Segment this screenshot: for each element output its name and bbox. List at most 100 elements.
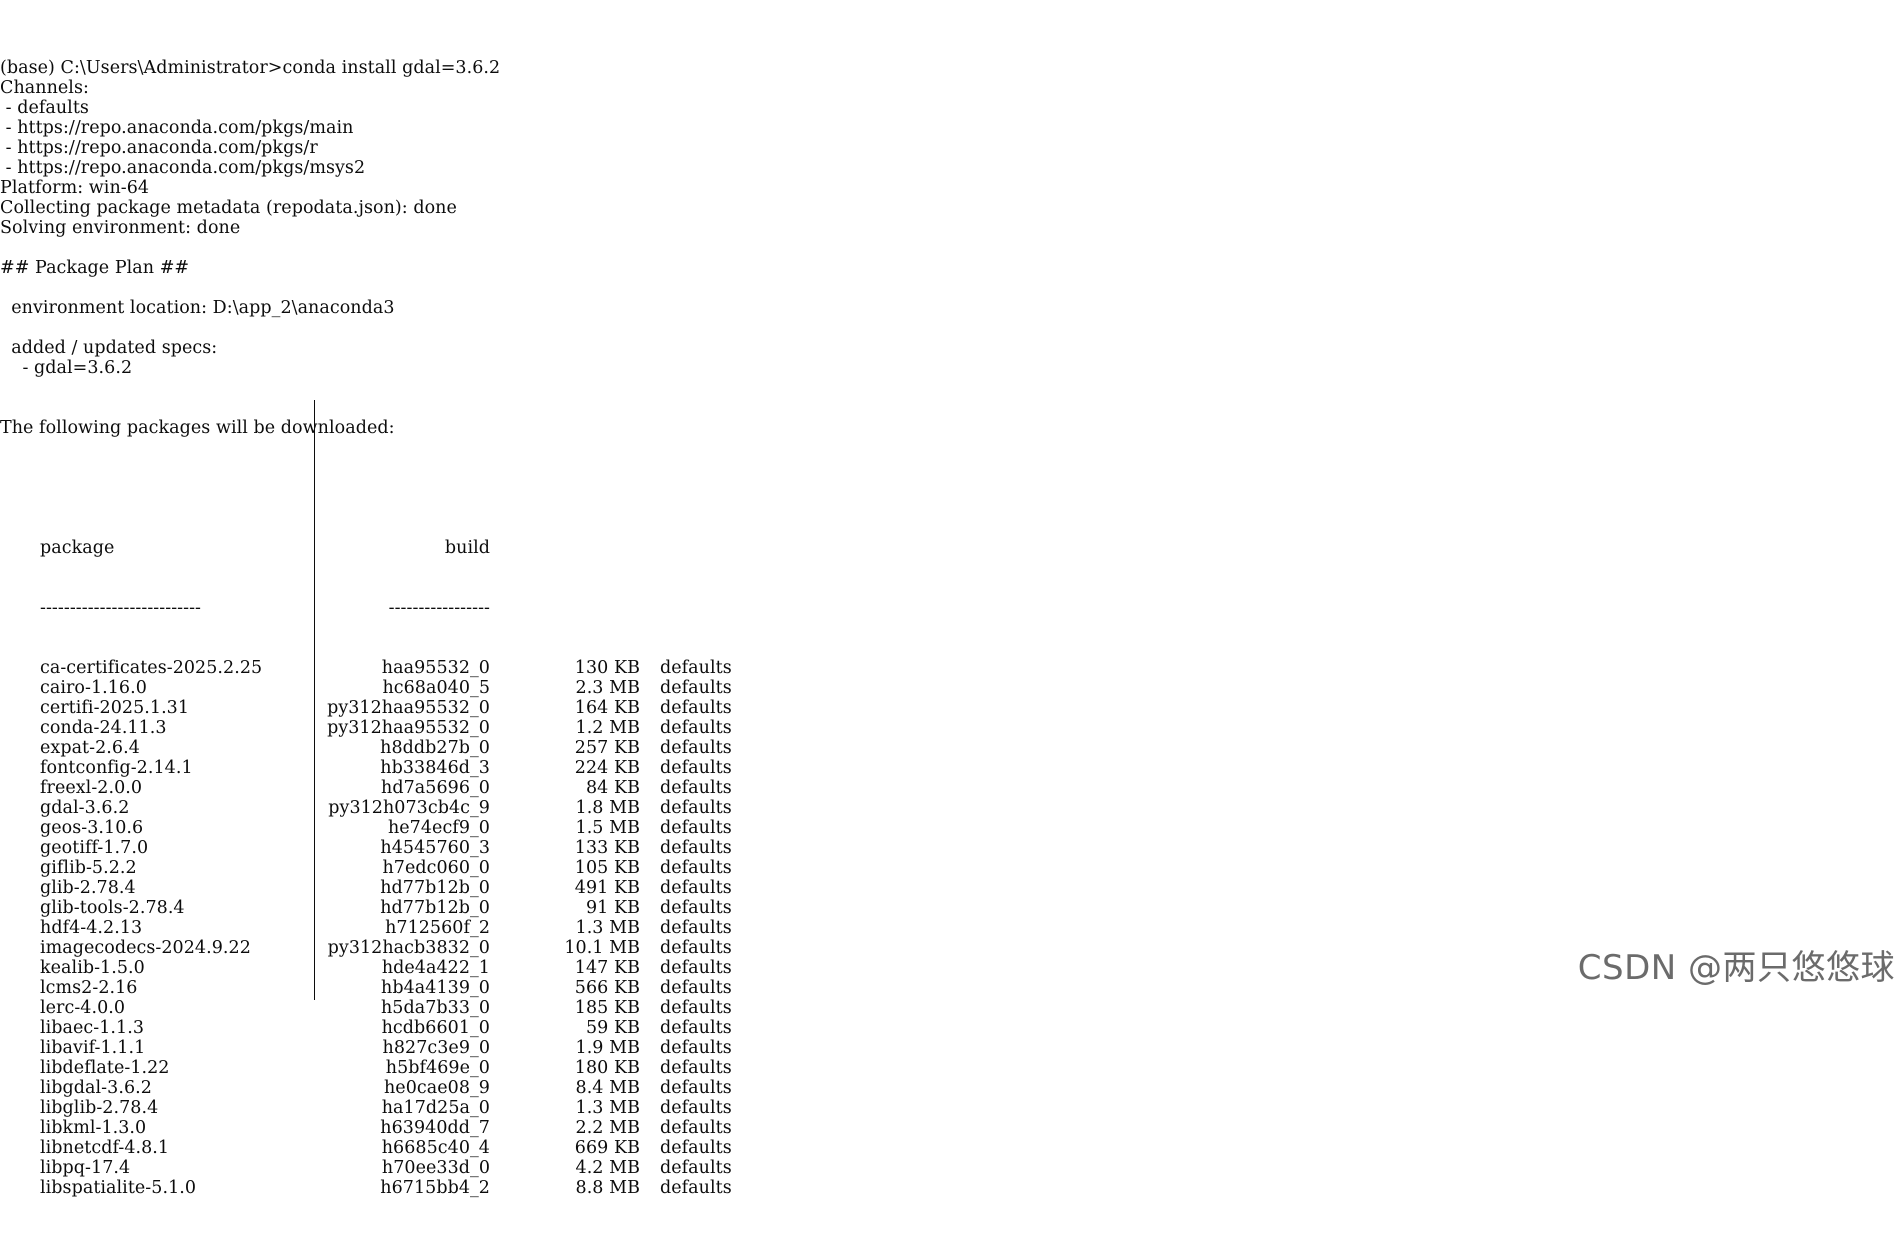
package-size: 105 KB <box>574 858 640 878</box>
package-name: libdeflate-1.22 <box>40 1058 170 1078</box>
package-build: py312hacb3832_0 <box>327 938 490 958</box>
table-row: giflib-5.2.2 h7edc060_0 105 KB defaults <box>0 858 1899 878</box>
table-row: gdal-3.6.2 py312h073cb4c_9 1.8 MB defaults <box>0 798 1899 818</box>
package-channel: defaults <box>660 798 732 818</box>
terminal-line: added / updated specs: <box>0 338 218 358</box>
package-size: 84 KB <box>585 778 640 798</box>
terminal-line: - https://repo.anaconda.com/pkgs/main <box>0 118 354 138</box>
package-size: 59 KB <box>585 1018 640 1038</box>
package-name: libnetcdf-4.8.1 <box>40 1138 170 1158</box>
package-channel: defaults <box>660 998 732 1018</box>
package-size: 147 KB <box>574 958 640 978</box>
terminal-output: (base) C:\Users\Administrator>conda inst… <box>0 18 1899 1258</box>
package-channel: defaults <box>660 718 732 738</box>
package-size: 1.2 MB <box>575 718 640 738</box>
package-build: h712560f_2 <box>385 918 490 938</box>
package-build: h7edc060_0 <box>382 858 490 878</box>
package-channel: defaults <box>660 958 732 978</box>
table-row: libglib-2.78.4 ha17d25a_0 1.3 MB defaults <box>0 1098 1899 1118</box>
table-row: libdeflate-1.22 h5bf469e_0 180 KB defaults <box>0 1058 1899 1078</box>
package-build: he74ecf9_0 <box>387 818 490 838</box>
package-channel: defaults <box>660 678 732 698</box>
package-channel: defaults <box>660 1078 732 1098</box>
package-channel: defaults <box>660 1038 732 1058</box>
terminal-line: Collecting package metadata (repodata.js… <box>0 198 457 218</box>
package-name: libaec-1.1.3 <box>40 1018 145 1038</box>
package-channel: defaults <box>660 1098 732 1118</box>
package-channel: defaults <box>660 758 732 778</box>
package-channel: defaults <box>660 858 732 878</box>
package-build: h70ee33d_0 <box>381 1158 490 1178</box>
package-size: 257 KB <box>574 738 640 758</box>
package-build: py312h073cb4c_9 <box>328 798 490 818</box>
package-name: libpq-17.4 <box>40 1158 131 1178</box>
package-build: hd77b12b_0 <box>380 878 490 898</box>
package-name: hdf4-4.2.13 <box>40 918 143 938</box>
package-size: 4.2 MB <box>575 1158 640 1178</box>
table-row: libaec-1.1.3 hcdb6601_0 59 KB defaults <box>0 1018 1899 1038</box>
package-channel: defaults <box>660 658 732 678</box>
terminal-line: (base) C:\Users\Administrator>conda inst… <box>0 58 501 78</box>
package-channel: defaults <box>660 778 732 798</box>
terminal-line: Platform: win-64 <box>0 178 150 198</box>
package-name: lcms2-2.16 <box>40 978 138 998</box>
package-channel: defaults <box>660 1118 732 1138</box>
package-channel: defaults <box>660 918 732 938</box>
terminal-line: Solving environment: done <box>0 218 241 238</box>
table-row: glib-2.78.4 hd77b12b_0 491 KB defaults <box>0 878 1899 898</box>
package-size: 10.1 MB <box>564 938 640 958</box>
table-row: expat-2.6.4 h8ddb27b_0 257 KB defaults <box>0 738 1899 758</box>
table-row: conda-24.11.3 py312haa95532_0 1.2 MB defaul… <box>0 718 1899 738</box>
table-header-row: package build <box>0 538 1899 558</box>
table-row: cairo-1.16.0 hc68a040_5 2.3 MB defaults <box>0 678 1899 698</box>
package-channel: defaults <box>660 818 732 838</box>
package-name: glib-tools-2.78.4 <box>40 898 185 918</box>
table-row: certifi-2025.1.31 py312haa95532_0 164 KB de… <box>0 698 1899 718</box>
package-size: 2.2 MB <box>575 1118 640 1138</box>
package-channel: defaults <box>660 698 732 718</box>
terminal-line: environment location: D:\app_2\anaconda3 <box>0 298 395 318</box>
package-name: kealib-1.5.0 <box>40 958 145 978</box>
package-build: haa95532_0 <box>381 658 490 678</box>
table-row: fontconfig-2.14.1 hb33846d_3 224 KB default… <box>0 758 1899 778</box>
package-size: 91 KB <box>585 898 640 918</box>
divider-build: ----------------- <box>388 598 490 618</box>
table-row: libspatialite-5.1.0 h6715bb4_2 8.8 MB defau… <box>0 1178 1899 1198</box>
package-size: 8.4 MB <box>575 1078 640 1098</box>
package-name: freexl-2.0.0 <box>40 778 143 798</box>
package-name: libkml-1.3.0 <box>40 1118 147 1138</box>
package-size: 2.3 MB <box>575 678 640 698</box>
package-build: h63940dd_7 <box>380 1118 490 1138</box>
terminal-line: ## Package Plan ## <box>0 258 190 278</box>
package-name: imagecodecs-2024.9.22 <box>40 938 251 958</box>
package-build: py312haa95532_0 <box>327 698 490 718</box>
table-row: ca-certificates-2025.2.25 haa95532_0 130 K… <box>0 658 1899 678</box>
table-row: libnetcdf-4.8.1 h6685c40_4 669 KB defaults <box>0 1138 1899 1158</box>
package-name: lerc-4.0.0 <box>40 998 126 1018</box>
terminal-line: Channels: <box>0 78 89 98</box>
terminal-line: - https://repo.anaconda.com/pkgs/r <box>0 138 318 158</box>
package-channel: defaults <box>660 878 732 898</box>
package-build: h6715bb4_2 <box>380 1178 490 1198</box>
package-size: 669 KB <box>574 1138 640 1158</box>
terminal-line: The following packages will be downloade… <box>0 418 395 438</box>
package-channel: defaults <box>660 838 732 858</box>
package-rows: ca-certificates-2025.2.25 haa95532_0 130 K… <box>0 658 1899 1198</box>
package-channel: defaults <box>660 1058 732 1078</box>
table-row: lerc-4.0.0 h5da7b33_0 185 KB defaults <box>0 998 1899 1018</box>
package-size: 185 KB <box>574 998 640 1018</box>
package-name: glib-2.78.4 <box>40 878 136 898</box>
package-build: ha17d25a_0 <box>381 1098 490 1118</box>
package-name: cairo-1.16.0 <box>40 678 147 698</box>
package-size: 1.8 MB <box>575 798 640 818</box>
package-channel: defaults <box>660 1178 732 1198</box>
package-size: 491 KB <box>574 878 640 898</box>
package-name: certifi-2025.1.31 <box>40 698 190 718</box>
package-build: h4545760_3 <box>380 838 490 858</box>
package-size: 130 KB <box>574 658 640 678</box>
table-row: geotiff-1.7.0 h4545760_3 133 KB defaults <box>0 838 1899 858</box>
package-build: hd77b12b_0 <box>380 898 490 918</box>
package-size: 224 KB <box>574 758 640 778</box>
